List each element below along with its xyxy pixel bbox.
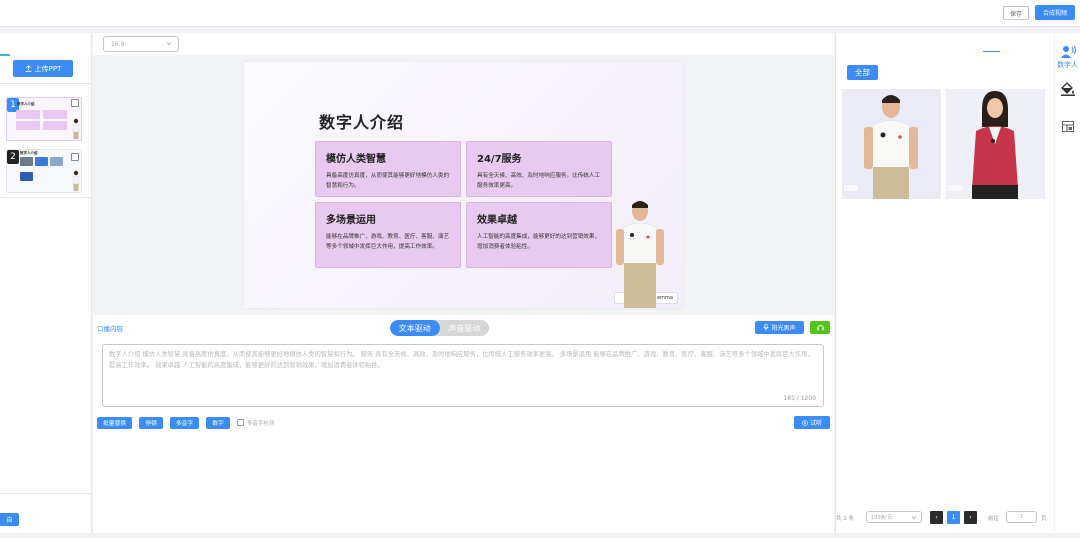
total-count: 共 2 条: [836, 516, 854, 522]
voice-select-button[interactable]: 阳光男声: [755, 321, 804, 334]
goto-page-input[interactable]: 1: [1006, 511, 1037, 523]
paint-bucket-icon: [1060, 82, 1075, 96]
divider: [0, 493, 92, 494]
slide-card-3: 多场景运用 能够在品牌推广、游戏、教育、医疗、客服、演艺等多个领域中发挥巨大作用…: [315, 202, 461, 268]
save-button[interactable]: 保存: [1003, 6, 1029, 20]
listen-button[interactable]: 试听: [794, 416, 830, 429]
page-size-select[interactable]: 100条/页: [866, 511, 922, 523]
female-avatar-image: [972, 91, 1018, 199]
drive-mode-toggle[interactable]: 文本驱动 声音驱动: [390, 320, 489, 336]
thumb-card: [16, 110, 40, 119]
background-tool[interactable]: [1055, 82, 1080, 96]
card-text: 具备高度仿真度，从而使其能够更好地模仿人类的智慧和行为。: [326, 173, 450, 189]
chevron-down-icon: [166, 42, 172, 46]
page-size-value: 100条/页: [871, 514, 893, 521]
thumb-card: [43, 121, 67, 130]
polyphone-checkbox[interactable]: [236, 419, 244, 426]
divider: [0, 83, 92, 84]
card-text: 具有全天候、高效、及时地响应服务，比传统人工服务效率更高。: [477, 173, 601, 189]
polyphone-check-label: 多音字检测: [246, 420, 275, 427]
upload-label: 上传PPT: [34, 64, 62, 73]
char-counter: 165 / 1200: [783, 395, 816, 402]
chevron-down-icon: [911, 516, 917, 520]
watermark: [844, 185, 858, 191]
thumb-image: [20, 157, 33, 166]
prev-page-button[interactable]: ‹: [930, 511, 943, 524]
card-text: 能够在品牌推广、游戏、教育、医疗、客服、演艺等多个领域中发挥巨大作用，提高工作效…: [326, 234, 450, 250]
play-circle-icon: [802, 419, 808, 426]
slide-1-checkbox[interactable]: [71, 99, 79, 107]
thumb-card: [16, 121, 40, 130]
thumb-title: 数字人介绍: [17, 102, 35, 106]
goto-label: 前往: [988, 516, 1000, 522]
pagination: 共 2 条 100条/页 ‹ 1 › 前往 1 页: [836, 511, 1055, 525]
material-tool[interactable]: [1055, 121, 1080, 132]
script-textarea[interactable]: 数字人介绍 模仿人类智慧 具备高度仿真度，从而使其能够更好地模仿人类的智慧和行为…: [102, 344, 824, 407]
tab-indicator: [983, 51, 1000, 52]
thumb-image: [20, 172, 33, 181]
panel-accent: [0, 54, 10, 56]
avatar-card-male[interactable]: [842, 89, 941, 199]
polyphone-button[interactable]: 多音字: [169, 416, 200, 429]
card-heading: 24/7服务: [477, 154, 522, 165]
upload-ppt-button[interactable]: 上传PPT: [13, 60, 73, 77]
divider: [0, 197, 92, 198]
page-suffix: 页: [1041, 516, 1047, 522]
layout-icon: [1061, 121, 1074, 132]
headphone-button[interactable]: [810, 321, 830, 334]
select-value: 16:9: [111, 40, 125, 48]
digital-human-icon: [1060, 45, 1076, 58]
audio-drive-tab[interactable]: 声音驱动: [440, 320, 490, 336]
aspect-ratio-select[interactable]: 16:9: [103, 36, 179, 52]
script-content-link[interactable]: 口播内容: [97, 323, 123, 333]
avatar-card-female[interactable]: [946, 89, 1045, 199]
male-avatar-image: [864, 95, 918, 199]
slide-card-1: 模仿人类智慧 具备高度仿真度，从而使其能够更好地模仿人类的智慧和行为。: [315, 141, 461, 197]
digital-human-label: 数字人: [1057, 61, 1078, 69]
all-filter-button[interactable]: 全部: [847, 65, 878, 80]
thumb-title: 数字人介绍: [20, 151, 38, 155]
top-bar: 保存 合成视频: [0, 0, 1080, 27]
slide-list-panel: 上传PPT 1 数字人介绍 2 数字人介绍 自: [0, 33, 92, 533]
thumb-card: [43, 110, 67, 119]
slide-title: 数字人介绍: [319, 113, 405, 132]
text-drive-tab[interactable]: 文本驱动: [390, 320, 440, 336]
batch-replace-button[interactable]: 批量替换: [97, 416, 133, 429]
make-video-button[interactable]: 合成视频: [1035, 5, 1075, 20]
polyphone-check[interactable]: 多音字检测: [236, 419, 275, 427]
slide-number: 2: [7, 150, 19, 164]
presenter-mini-icon: [72, 170, 80, 191]
card-text: 人工智能的高度集成，能够更好的达到营销效果，增加消费者体验粘性。: [477, 234, 601, 250]
slide-preview: 数字人介绍 模仿人类智慧 具备高度仿真度，从而使其能够更好地模仿人类的智慧和行为…: [244, 62, 683, 308]
card-heading: 模仿人类智慧: [326, 154, 386, 165]
page-1-button[interactable]: 1: [947, 511, 960, 524]
slide-card-2: 24/7服务 具有全天候、高效、及时地响应服务，比传统人工服务效率更高。: [466, 141, 612, 197]
watermark: [948, 185, 962, 191]
listen-label: 试听: [809, 420, 822, 427]
script-tools: 批量替换 停顿 多音字 数字 多音字检测: [97, 416, 274, 429]
thumb-image: [50, 157, 63, 166]
thumb-image: [35, 157, 48, 166]
card-heading: 多场景运用: [326, 215, 376, 226]
pause-button[interactable]: 停顿: [139, 416, 163, 429]
digital-human-tool[interactable]: 数字人: [1055, 45, 1080, 70]
left-bottom-button[interactable]: 自: [0, 513, 19, 526]
side-toolbar: 数字人: [1055, 33, 1080, 533]
slide-card-4: 效果卓越 人工智能的高度集成，能够更好的达到营销效果，增加消费者体验粘性。: [466, 202, 612, 268]
number-button[interactable]: 数字: [206, 416, 230, 429]
next-page-button[interactable]: ›: [964, 511, 977, 524]
card-heading: 效果卓越: [477, 215, 517, 226]
upload-icon: [25, 65, 31, 72]
avatar-panel: 全部 共 2 条 100条/页 ‹ 1 › 前往 1 页: [835, 33, 1054, 533]
slide-2-checkbox[interactable]: [71, 153, 79, 161]
presenter-figure[interactable]: [602, 197, 678, 308]
headphone-icon: [816, 324, 824, 331]
voice-label: 阳光男声: [771, 325, 796, 332]
microphone-icon: [763, 324, 770, 331]
editor-panel: 16:9 数字人介绍 模仿人类智慧 具备高度仿真度，从而使其能够更好地模仿人类的…: [93, 33, 834, 533]
presenter-mini-icon: [72, 118, 80, 139]
script-text: 数字人介绍 模仿人类智慧 具备高度仿真度，从而使其能够更好地模仿人类的智慧和行为…: [109, 351, 814, 369]
